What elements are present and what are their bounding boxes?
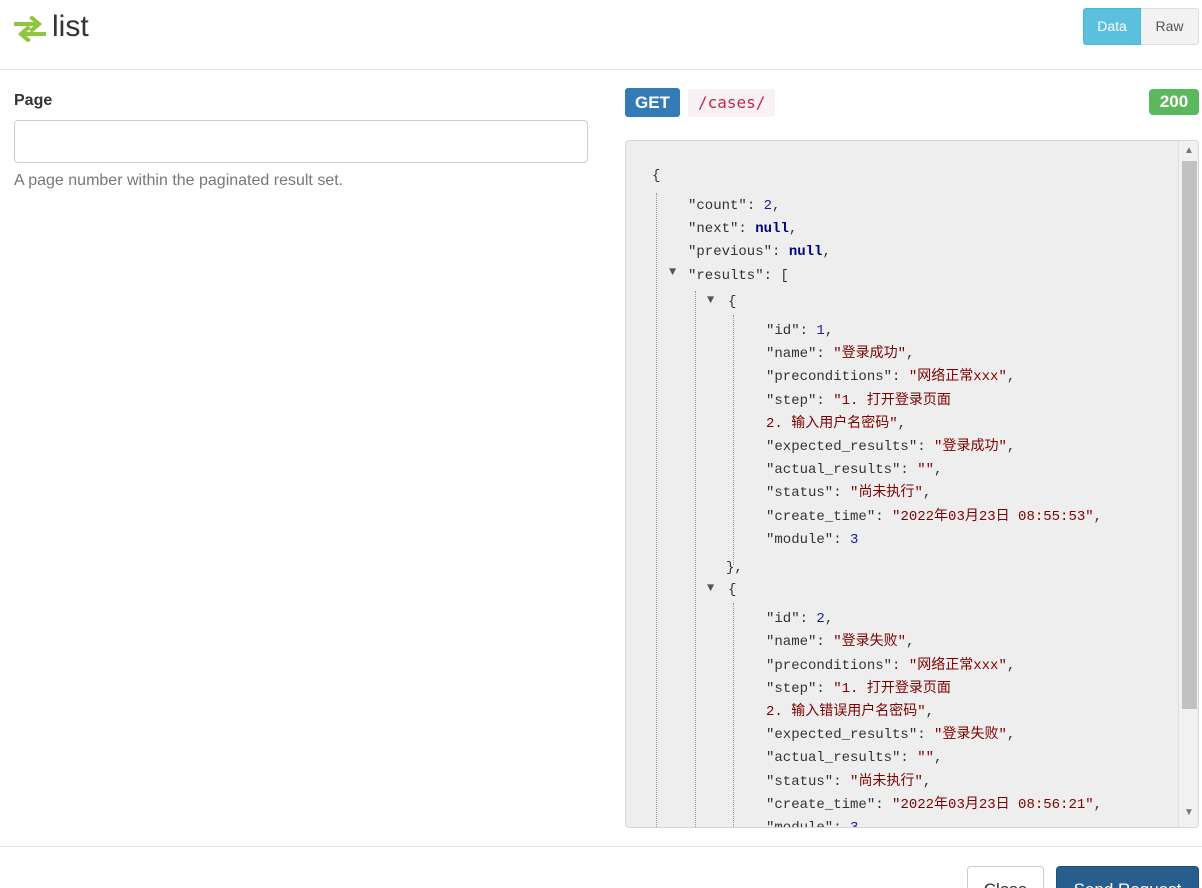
response-json-panel: { "count": 2, "next": null, "previous": … [625, 140, 1199, 828]
json-actual-line: "actual_results": "", [766, 750, 943, 766]
json-step-line-cont: 2. 输入错误用户名密码", [766, 704, 935, 720]
json-next-line: "next": null, [688, 221, 798, 237]
json-item-1-open: { [728, 294, 737, 310]
scroll-down-arrow-icon[interactable]: ▼ [1184, 807, 1194, 818]
page-field-label: Page [14, 92, 53, 109]
json-step-line: "step": "1. 打开登录页面 [766, 393, 951, 409]
json-name-line: "name": "登录失败", [766, 634, 915, 650]
json-count-line: "count": 2, [688, 198, 781, 214]
scrollbar-thumb[interactable] [1182, 161, 1197, 709]
json-step-line: "step": "1. 打开登录页面 [766, 681, 951, 697]
json-previous-line: "previous": null, [688, 244, 831, 260]
send-request-button[interactable]: Send Request [1056, 866, 1199, 888]
data-tab-button[interactable]: Data [1083, 8, 1141, 45]
collapse-item-2-toggle-icon[interactable]: ▼ [707, 579, 714, 597]
json-module-line: "module": 3 [766, 819, 858, 827]
swap-arrows-icon [14, 16, 46, 42]
raw-tab-button[interactable]: Raw [1141, 8, 1199, 45]
json-expected-line: "expected_results": "登录成功", [766, 439, 1016, 455]
json-results-line: "results": [ [688, 268, 789, 284]
json-create-time-line: "create_time": "2022年03月23日 08:55:53", [766, 509, 1103, 525]
json-actual-line: "actual_results": "", [766, 462, 943, 478]
json-module-line: "module": 3 [766, 532, 859, 548]
json-preconditions-line: "preconditions": "网络正常xxx", [766, 369, 1016, 385]
json-step-line-cont: 2. 输入用户名密码", [766, 416, 907, 432]
json-viewer: { "count": 2, "next": null, "previous": … [626, 141, 1178, 827]
json-status-line: "status": "尚未执行", [766, 485, 932, 501]
json-id-line: "id": 1, [766, 323, 834, 339]
json-status-line: "status": "尚未执行", [766, 774, 932, 790]
page-input[interactable] [14, 120, 588, 163]
status-code-badge: 200 [1149, 89, 1199, 115]
json-id-line: "id": 2, [766, 611, 834, 627]
json-expected-line: "expected_results": "登录失败", [766, 727, 1016, 743]
page-field-help: A page number within the paginated resul… [14, 172, 344, 189]
page-title: list [52, 10, 89, 43]
collapse-item-1-toggle-icon[interactable]: ▼ [707, 291, 714, 309]
http-method-badge: GET [625, 88, 680, 117]
json-item-1-close: }, [726, 560, 743, 576]
json-preconditions-line: "preconditions": "网络正常xxx", [766, 658, 1016, 674]
json-item-2-open: { [728, 582, 737, 598]
close-button[interactable]: Close [967, 866, 1044, 888]
request-path: /cases/ [688, 89, 776, 117]
json-scrollbar[interactable]: ▲ ▼ [1178, 141, 1198, 827]
json-name-line: "name": "登录成功", [766, 346, 915, 362]
json-open-brace: { [652, 168, 661, 184]
format-toggle: Data Raw [1083, 8, 1199, 45]
scroll-up-arrow-icon[interactable]: ▲ [1184, 145, 1194, 156]
collapse-results-toggle-icon[interactable]: ▼ [669, 263, 676, 281]
header: list Data Raw [0, 0, 1202, 70]
json-create-time-line: "create_time": "2022年03月23日 08:56:21", [766, 797, 1103, 813]
